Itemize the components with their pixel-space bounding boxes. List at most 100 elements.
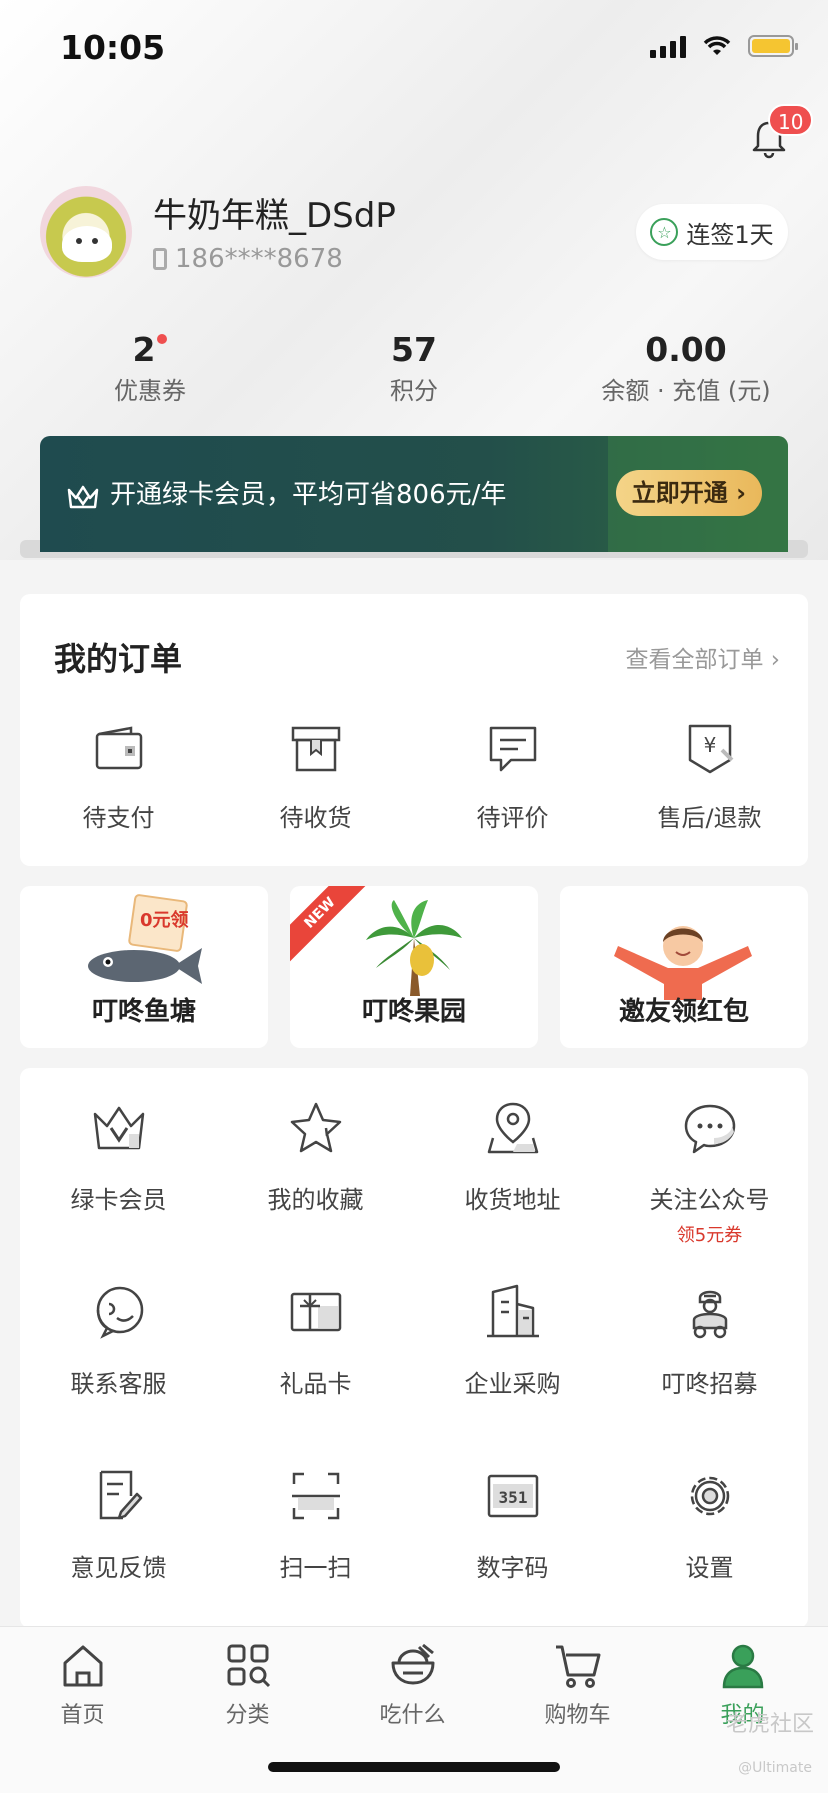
wallet-icon [95, 726, 142, 770]
battery-icon [748, 35, 798, 57]
notification-badge: 10 [768, 104, 814, 136]
tab-home[interactable]: 首页 [0, 1641, 165, 1729]
svg-text:¥: ¥ [703, 733, 716, 757]
wifi-icon [703, 36, 731, 55]
phone-icon [153, 248, 167, 270]
phone-number: 186****8678 [153, 244, 343, 274]
box-icon [291, 726, 340, 772]
stat-balance[interactable]: 0.00 余额 · 充值 (元) [576, 328, 796, 408]
service-favorites[interactable]: 我的收藏 [217, 1098, 414, 1215]
service-enterprise-label: 企业采购 [464, 1370, 561, 1398]
gift-card-icon [290, 1292, 341, 1332]
orders-card: 我的订单 查看全部订单 › 待支付 待收货 待评价 ¥ 售后/退款 [20, 594, 808, 866]
wechat-icon [684, 1104, 735, 1154]
avatar[interactable] [40, 186, 132, 278]
gear-icon [690, 1476, 729, 1516]
profile-icon [722, 1644, 763, 1689]
service-wechat[interactable]: 关注公众号 领5元券 [611, 1098, 808, 1247]
coupons-value: 2 [132, 330, 156, 369]
service-digital-code[interactable]: 351 数字码 [414, 1466, 611, 1583]
order-pending-review[interactable]: 待评价 [414, 720, 611, 833]
stat-points[interactable]: 57 积分 [304, 328, 524, 408]
crown-icon [67, 485, 99, 509]
service-gift-card[interactable]: 礼品卡 [217, 1282, 414, 1399]
promo-invite-label: 邀友领红包 [618, 997, 749, 1027]
order-pending-delivery[interactable]: 待收货 [217, 720, 414, 833]
service-settings[interactable]: 设置 [611, 1466, 808, 1583]
banana-tree-illustration [366, 900, 462, 996]
promo-invite[interactable]: 邀友领红包 [560, 886, 808, 1048]
service-digital-code-label: 数字码 [476, 1554, 549, 1582]
service-favorites-label: 我的收藏 [267, 1186, 364, 1214]
customer-service-icon [96, 1286, 143, 1339]
order-refund[interactable]: ¥ 售后/退款 [611, 720, 808, 833]
open-membership-button[interactable]: 立即开通 › [615, 470, 762, 516]
view-all-orders-link[interactable]: 查看全部订单 › [625, 640, 780, 674]
checkin-label: 连签1天 [686, 220, 774, 249]
service-wechat-label: 关注公众号 [649, 1186, 770, 1214]
orders-title: 我的订单 [54, 640, 183, 678]
tab-what-to-eat[interactable]: 吃什么 [330, 1641, 495, 1729]
promo-orchard[interactable]: NEW 叮咚果园 [290, 886, 538, 1048]
building-icon [486, 1284, 539, 1338]
tab-home-label: 首页 [60, 1703, 105, 1728]
service-feedback-label: 意见反馈 [70, 1554, 167, 1582]
stat-coupons[interactable]: 2 优惠券 [40, 328, 260, 408]
service-green-card-label: 绿卡会员 [70, 1186, 167, 1214]
coupons-label: 优惠券 [114, 377, 186, 405]
promo-orchard-label: 叮咚果园 [361, 997, 466, 1027]
scan-icon [291, 1472, 340, 1520]
member-banner[interactable]: 开通绿卡会员，平均可省806元/年 立即开通 › [40, 436, 788, 552]
new-tag: NEW [290, 886, 372, 965]
category-icon [227, 1644, 270, 1688]
service-feedback[interactable]: 意见反馈 [20, 1466, 217, 1583]
service-recruit[interactable]: 叮咚招募 [611, 1282, 808, 1399]
status-icons [650, 34, 798, 58]
bowl-icon [391, 1643, 434, 1685]
service-scan[interactable]: 扫一扫 [217, 1466, 414, 1583]
digital-code-icon: 351 [487, 1474, 538, 1518]
digital-code-icon-text: 351 [498, 1488, 527, 1507]
watermark-sub: @Ultimate [738, 1760, 812, 1776]
account-stats: 2 优惠券 57 积分 0.00 余额 · 充值 (元) [0, 328, 828, 408]
points-value: 57 [391, 330, 437, 369]
service-green-card[interactable]: 绿卡会员 [20, 1098, 217, 1215]
balance-label: 余额 · 充值 (元) [601, 377, 771, 405]
invite-person-illustration [614, 926, 752, 1000]
feedback-icon [99, 1470, 142, 1520]
checkin-button[interactable]: ☆ 连签1天 [636, 204, 788, 260]
tab-category[interactable]: 分类 [165, 1641, 330, 1729]
service-customer-service-label: 联系客服 [70, 1370, 167, 1398]
promo-fish-label: 叮咚鱼塘 [91, 997, 196, 1027]
service-enterprise[interactable]: 企业采购 [414, 1282, 611, 1399]
tab-cart-label: 购物车 [544, 1703, 611, 1728]
points-label: 积分 [390, 377, 438, 405]
service-recruit-label: 叮咚招募 [661, 1370, 758, 1398]
order-pending-review-label: 待评价 [476, 804, 549, 832]
star-badge-icon: ☆ [650, 218, 679, 246]
rider-icon [692, 1290, 727, 1339]
balance-value: 0.00 [645, 330, 727, 369]
service-gift-card-label: 礼品卡 [279, 1370, 352, 1398]
service-wechat-sub: 领5元券 [676, 1225, 743, 1246]
service-scan-label: 扫一扫 [279, 1554, 352, 1582]
service-settings-label: 设置 [685, 1554, 734, 1582]
order-pending-payment[interactable]: 待支付 [20, 720, 217, 833]
tab-cart[interactable]: 购物车 [495, 1641, 660, 1729]
crown-icon [93, 1106, 144, 1150]
order-pending-delivery-label: 待收货 [279, 804, 352, 832]
home-icon [63, 1645, 102, 1687]
order-refund-label: 售后/退款 [657, 804, 762, 832]
refund-icon: ¥ [688, 724, 733, 774]
cart-icon [555, 1645, 600, 1688]
coupon-dot [157, 334, 168, 344]
service-address-label: 收货地址 [464, 1186, 561, 1214]
promo-fish-badge: 0元领 [140, 909, 189, 931]
service-address[interactable]: 收货地址 [414, 1098, 611, 1215]
promo-fish-pond[interactable]: 0元领 叮咚鱼塘 [20, 886, 268, 1048]
order-pending-payment-label: 待支付 [82, 804, 155, 832]
watermark: 老虎社区 [725, 1712, 814, 1737]
home-indicator [268, 1762, 560, 1772]
services-card: 绿卡会员 我的收藏 收货地址 关注公众号 领5元券 联系客服 礼品卡 企业采购 … [20, 1068, 808, 1628]
service-customer-service[interactable]: 联系客服 [20, 1282, 217, 1399]
